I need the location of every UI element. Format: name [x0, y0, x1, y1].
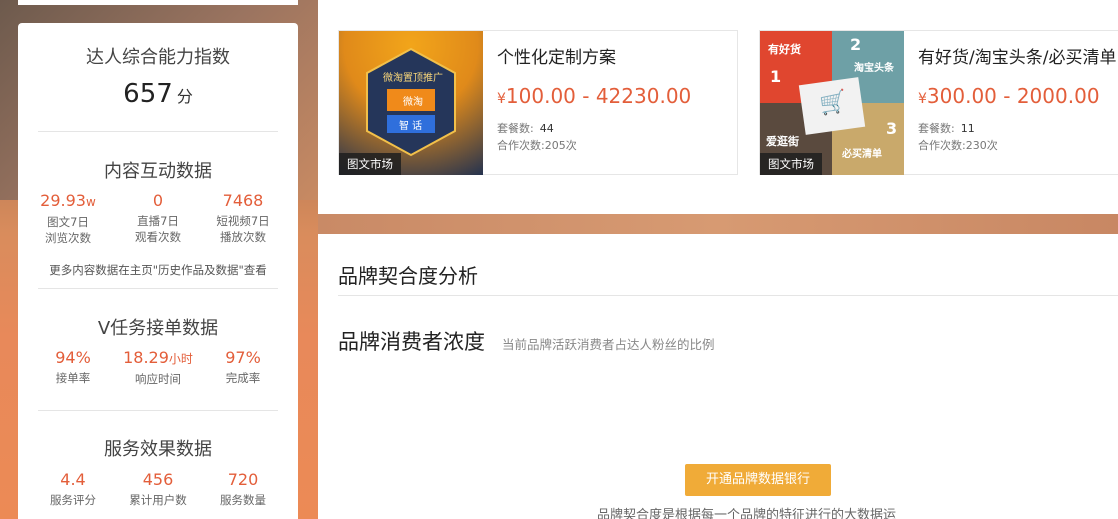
- card-thumbnail: 微淘置顶推广 微淘 智 话 图文市场: [339, 31, 483, 175]
- card-price: ¥300.00 - 2000.00: [918, 84, 1100, 108]
- thumb-number: 1: [770, 67, 782, 86]
- stat-number: 4.4: [60, 470, 86, 489]
- stat-label: 浏览次数: [45, 231, 91, 245]
- divider: [38, 288, 278, 289]
- card-sets: 套餐数: 11: [918, 122, 975, 135]
- stat-label: 短视频7日: [216, 214, 270, 228]
- card-title[interactable]: 个性化定制方案: [497, 43, 616, 68]
- stat-number: 7468: [222, 191, 264, 210]
- stat-number: 0: [152, 191, 164, 210]
- card-price: ¥100.00 - 42230.00: [497, 84, 692, 108]
- brand-fit-panel: 品牌契合度分析 品牌消费者浓度 当前品牌活跃消费者占达人粉丝的比例 开通品牌数据…: [318, 234, 1118, 519]
- top-tab-edge: [18, 0, 298, 5]
- stat-label: 观看次数: [135, 230, 181, 244]
- divider: [38, 410, 278, 411]
- stat-response-time: 18.29小时 响应时间: [113, 348, 203, 387]
- history-note: 更多内容数据在主页"历史作品及数据"查看: [49, 263, 267, 277]
- talent-stats-panel: 达人综合能力指数 657 分 内容互动数据 29.93w 图文7日 浏览次数 0 …: [18, 23, 298, 519]
- content-section-title: 内容互动数据: [104, 161, 212, 182]
- score-number: 657: [123, 79, 173, 109]
- stat-number: 18.29小时: [123, 348, 193, 367]
- stat-label: 响应时间: [135, 372, 181, 386]
- stat-accept-rate: 94% 接单率: [28, 348, 118, 386]
- stat-label: 直播7日: [137, 214, 179, 228]
- service-section-title: 服务效果数据: [104, 439, 212, 460]
- consumer-density-title: 品牌消费者浓度: [338, 330, 485, 354]
- service-cards-panel: 微淘置顶推广 微淘 智 话 图文市场 个性化定制方案 ¥100.00 - 422…: [318, 0, 1118, 214]
- thumb-label: 有好货: [768, 43, 801, 56]
- stat-label: 服务评分: [50, 493, 96, 507]
- stat-complete-rate: 97% 完成率: [198, 348, 288, 386]
- vtask-section-title: V任务接单数据: [97, 318, 219, 339]
- thumb-caption: 微淘置顶推广: [383, 73, 443, 84]
- divider: [38, 131, 278, 132]
- stat-number: 97%: [225, 348, 261, 367]
- score-unit: 分: [176, 87, 193, 106]
- thumb-badge: 微淘: [403, 97, 423, 108]
- stat-label: 累计用户数: [129, 493, 187, 507]
- stat-live: 0 直播7日 观看次数: [113, 191, 203, 245]
- stat-label: 完成率: [225, 371, 261, 385]
- service-card[interactable]: 🛒 有好货 1 2 淘宝头条 爱逛街 3 必买清单 图文市场 有好货/淘宝头条/…: [759, 30, 1118, 175]
- thumb-label: 爱逛街: [766, 135, 799, 148]
- thumb-number: 3: [886, 119, 898, 138]
- thumb-number: 2: [850, 35, 862, 54]
- stat-video: 7468 短视频7日 播放次数: [198, 191, 288, 245]
- stat-label: 播放次数: [220, 230, 266, 244]
- market-tag: 图文市场: [760, 153, 822, 175]
- thumb-label: 必买清单: [842, 149, 882, 160]
- thumb-badge: 智 话: [399, 121, 423, 132]
- cart-tile: 🛒: [798, 77, 866, 135]
- card-coop: 合作次数:230次: [918, 139, 998, 152]
- divider: [338, 295, 1118, 296]
- card-coop: 合作次数:205次: [497, 139, 577, 152]
- brand-fit-title: 品牌契合度分析: [338, 264, 478, 288]
- stat-user-count: 456 累计用户数: [113, 470, 203, 508]
- shopping-cart-icon: 🛒: [818, 89, 849, 118]
- card-sets: 套餐数: 44: [497, 122, 554, 135]
- stat-service-score: 4.4 服务评分: [28, 470, 118, 508]
- stat-number: 94%: [55, 348, 91, 367]
- stat-views: 29.93w 图文7日 浏览次数: [23, 191, 113, 246]
- open-brand-databank-button[interactable]: 开通品牌数据银行: [685, 464, 831, 496]
- card-thumbnail: 🛒 有好货 1 2 淘宝头条 爱逛街 3 必买清单 图文市场: [760, 31, 904, 175]
- thumb-label: 淘宝头条: [854, 63, 894, 74]
- score-title: 达人综合能力指数: [86, 47, 230, 68]
- stat-number: 720: [227, 470, 259, 489]
- stat-number: 456: [142, 470, 174, 489]
- score-value: 657 分: [18, 79, 298, 109]
- background-strip: [318, 214, 1118, 234]
- card-title[interactable]: 有好货/淘宝头条/必买清单: [918, 43, 1118, 68]
- brand-fit-description: 品牌契合度是根据每一个品牌的特征进行的大数据运: [597, 508, 897, 519]
- service-card[interactable]: 微淘置顶推广 微淘 智 话 图文市场 个性化定制方案 ¥100.00 - 422…: [338, 30, 738, 175]
- stat-service-count: 720 服务数量: [198, 470, 288, 508]
- market-tag: 图文市场: [339, 153, 401, 175]
- stat-label: 图文7日: [47, 215, 89, 229]
- stat-number: 29.93w: [40, 191, 96, 210]
- stat-label: 接单率: [55, 371, 91, 385]
- stat-label: 服务数量: [220, 493, 266, 507]
- consumer-density-note: 当前品牌活跃消费者占达人粉丝的比例: [502, 337, 715, 352]
